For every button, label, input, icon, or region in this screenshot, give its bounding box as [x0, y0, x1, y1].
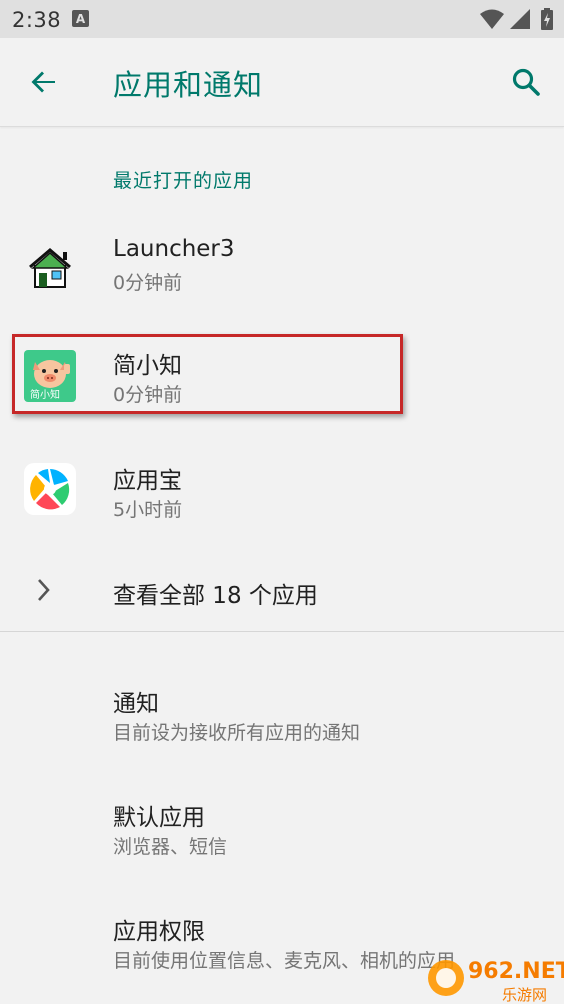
setting-title: 应用权限 — [113, 919, 205, 945]
highlight-box — [12, 334, 403, 414]
setting-summary: 目前设为接收所有应用的通知 — [113, 722, 361, 744]
status-time: 2:38 — [12, 8, 62, 32]
watermark-sub: 乐游网 — [502, 986, 547, 1004]
see-all-apps-item[interactable]: 查看全部 18 个应用 — [0, 560, 564, 620]
setting-summary: 浏览器、短信 — [113, 836, 228, 858]
app-name-label: 应用宝 — [113, 468, 182, 494]
house-icon — [29, 248, 71, 288]
watermark-brand: 962.NET — [468, 959, 564, 984]
divider — [0, 631, 564, 632]
yingyongbao-icon — [24, 463, 76, 515]
app-bar: 应用和通知 — [0, 38, 564, 127]
back-arrow-icon[interactable] — [28, 66, 60, 98]
app-name-label: Launcher3 — [113, 236, 235, 262]
search-icon[interactable] — [510, 66, 542, 98]
setting-title: 默认应用 — [113, 805, 205, 831]
setting-item-notifications[interactable]: 通知 目前设为接收所有应用的通知 — [0, 680, 564, 760]
setting-title: 通知 — [113, 691, 159, 717]
page-title: 应用和通知 — [113, 68, 264, 102]
recent-apps-header: 最近打开的应用 — [113, 170, 254, 192]
wifi-icon — [480, 9, 504, 29]
see-all-apps-label: 查看全部 18 个应用 — [113, 583, 318, 609]
chevron-right-icon — [38, 579, 50, 601]
site-watermark-logo: 962.NET 乐游网 — [428, 959, 564, 1004]
app-last-opened-label: 5小时前 — [113, 499, 183, 521]
signal-icon — [510, 9, 530, 29]
recent-app-item-launcher3[interactable]: Launcher3 0分钟前 — [0, 230, 564, 310]
setting-summary: 目前使用位置信息、麦克风、相机的应用 — [113, 950, 456, 972]
recent-app-item-yingyongbao[interactable]: 应用宝 5小时前 — [0, 455, 564, 535]
app-last-opened-label: 0分钟前 — [113, 272, 183, 294]
notification-icon: A — [72, 10, 89, 27]
battery-icon — [541, 8, 553, 30]
status-bar: 2:38 A — [0, 0, 564, 38]
setting-item-default-apps[interactable]: 默认应用 浏览器、短信 — [0, 794, 564, 874]
